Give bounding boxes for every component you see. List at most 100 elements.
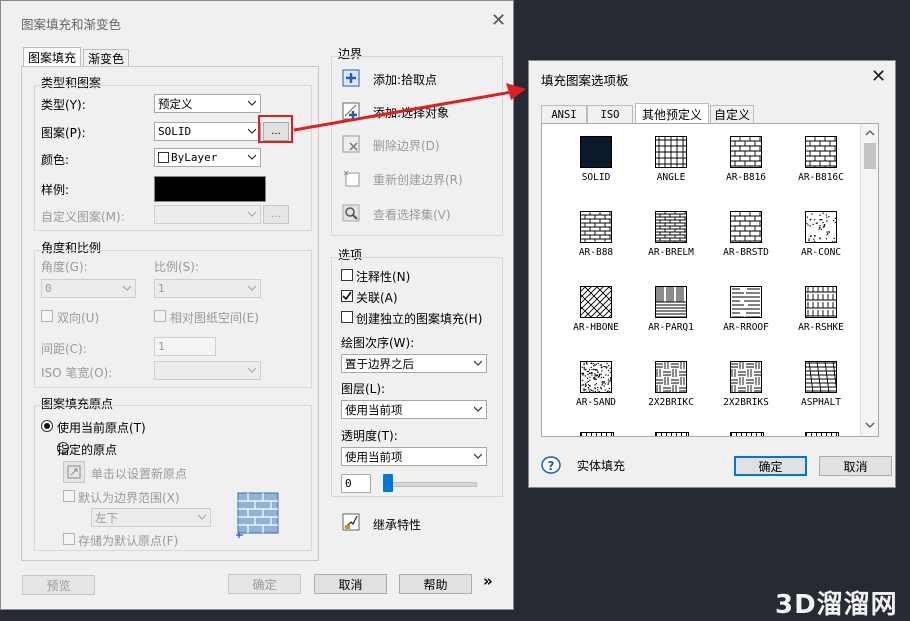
scrollbar[interactable] [860, 124, 878, 436]
pattern-item[interactable]: AR-RROOF [710, 286, 782, 356]
pattern-swatch-icon [730, 136, 762, 168]
chevron-down-icon [248, 211, 256, 217]
pattern-swatch[interactable] [154, 176, 266, 202]
tab-other-predefined[interactable]: 其他预定义 [635, 103, 709, 124]
cancel-button[interactable]: 取消 [314, 574, 387, 594]
pattern-name: AR-BRSTD [723, 247, 769, 258]
custom-pattern-label: 自定义图案(M): [41, 210, 125, 224]
palette-ok-button[interactable]: 确定 [734, 456, 807, 476]
pattern-swatch-icon [805, 361, 837, 393]
pattern-item[interactable]: AR-RSHKE [785, 286, 857, 356]
pattern-item[interactable]: ANGLE [635, 136, 707, 206]
transparency-slider-track[interactable] [385, 482, 477, 487]
pattern-swatch-icon [580, 211, 612, 243]
origin-position-select[interactable]: 左下 [91, 508, 211, 527]
help-button[interactable]: 帮助 [399, 574, 472, 594]
pattern-swatch-icon [655, 286, 687, 318]
inherit-properties-icon[interactable] [341, 512, 361, 532]
relative-label: 相对图纸空间(E) [170, 311, 259, 325]
help-icon[interactable]: ? [540, 453, 562, 475]
use-current-origin-radio[interactable] [41, 420, 53, 432]
custom-pattern-select[interactable] [154, 205, 261, 224]
iso-pen-select[interactable] [154, 361, 261, 380]
tab-ansi[interactable]: ANSI [541, 105, 587, 123]
pattern-item[interactable]: 2X2BRIKS [710, 361, 782, 431]
close-icon[interactable]: ✕ [491, 12, 506, 30]
view-selection-label[interactable]: 查看选择集(V) [373, 206, 451, 223]
annotative-checkbox[interactable] [341, 269, 353, 281]
pattern-item-peek [655, 432, 689, 436]
scroll-up-icon[interactable] [865, 130, 875, 136]
close-icon[interactable]: ✕ [871, 68, 886, 86]
pattern-item[interactable]: AR-B88 [560, 211, 632, 281]
annotative-label: 注释性(N) [356, 270, 411, 284]
pattern-item[interactable]: AR-CONC [785, 211, 857, 281]
transparency-input[interactable]: 0 [341, 474, 371, 493]
expand-button[interactable]: » [483, 572, 493, 590]
custom-pattern-browse-button[interactable]: ... [263, 205, 289, 224]
type-value: 预定义 [158, 96, 193, 111]
color-swatch-icon [158, 152, 169, 163]
pattern-item[interactable]: AR-HBONE [560, 286, 632, 356]
pattern-swatch-icon [580, 361, 612, 393]
angle-value: 0 [45, 282, 52, 295]
pattern-item[interactable]: AR-B816 [710, 136, 782, 206]
type-select[interactable]: 预定义 [154, 94, 261, 113]
tab-custom[interactable]: 自定义 [710, 105, 754, 123]
pattern-item[interactable]: AR-B816C [785, 136, 857, 206]
set-origin-button[interactable] [63, 461, 85, 483]
iso-pen-label: ISO 笔宽(O): [41, 366, 113, 380]
pattern-item[interactable]: SOLID [560, 136, 632, 206]
recreate-boundary-icon[interactable] [341, 168, 361, 188]
pattern-item[interactable]: AR-SAND [560, 361, 632, 431]
transparency-slider-thumb[interactable] [383, 474, 393, 492]
origin-position-value: 左下 [95, 510, 118, 525]
relative-checkbox[interactable] [154, 310, 166, 322]
pattern-item[interactable]: AR-BRSTD [710, 211, 782, 281]
pattern-item-peek [805, 432, 839, 436]
ok-button[interactable]: 确定 [228, 574, 301, 594]
draw-order-label: 绘图次序(W): [341, 336, 415, 350]
pattern-value: SOLID [158, 125, 192, 138]
pattern-list: SOLID ANGLE AR-B816 AR-B816C AR-B88 AR-BRELM A… [541, 123, 879, 437]
pattern-item[interactable]: ASPHALT [785, 361, 857, 431]
inherit-properties-label[interactable]: 继承特性 [373, 516, 421, 533]
color-select[interactable]: ByLayer [154, 148, 261, 167]
pattern-item[interactable]: AR-PARQ1 [635, 286, 707, 356]
annotation-arrow [293, 83, 526, 132]
preview-button[interactable]: 预览 [22, 575, 95, 595]
layer-select[interactable]: 使用当前项 [341, 400, 487, 419]
view-selection-icon[interactable] [341, 203, 361, 223]
pattern-name: AR-BRELM [648, 247, 694, 258]
spacing-input[interactable]: 1 [154, 337, 216, 356]
store-default-checkbox[interactable] [63, 533, 75, 545]
color-label: 颜色: [41, 153, 70, 167]
default-boundary-label: 默认为边界范围(X) [78, 491, 180, 505]
tab-hatch[interactable]: 图案填充 [23, 47, 81, 67]
pattern-swatch-icon [655, 361, 687, 393]
pattern-item[interactable]: AR-BRELM [635, 211, 707, 281]
separate-hatches-checkbox[interactable] [341, 311, 353, 323]
tab-iso[interactable]: ISO [587, 105, 633, 123]
tab-gradient[interactable]: 渐变色 [83, 49, 129, 67]
scroll-thumb[interactable] [864, 143, 876, 169]
default-boundary-checkbox[interactable] [63, 490, 75, 502]
pattern-item[interactable]: 2X2BRIKC [635, 361, 707, 431]
chevron-down-icon [248, 367, 256, 373]
draw-order-value: 置于边界之后 [345, 356, 414, 371]
double-checkbox[interactable] [41, 310, 53, 322]
spacing-label: 间距(C): [41, 342, 87, 356]
palette-cancel-button[interactable]: 取消 [819, 456, 892, 476]
recreate-boundary-label[interactable]: 重新创建边界(R) [373, 171, 463, 188]
store-default-label: 存储为默认原点(F) [78, 534, 179, 548]
transparency-select[interactable]: 使用当前项 [341, 447, 487, 466]
pattern-swatch-icon [730, 211, 762, 243]
click-set-origin-label: 单击以设置新原点 [91, 467, 188, 481]
draw-order-select[interactable]: 置于边界之后 [341, 354, 487, 373]
pattern-swatch-icon [805, 286, 837, 318]
angle-select[interactable]: 0 [41, 279, 136, 298]
pattern-select[interactable]: SOLID [154, 122, 261, 141]
pattern-grid: SOLID ANGLE AR-B816 AR-B816C AR-B88 AR-BRELM A… [542, 124, 860, 436]
scroll-down-icon[interactable] [865, 422, 875, 428]
scale-select[interactable]: 1 [154, 279, 261, 298]
